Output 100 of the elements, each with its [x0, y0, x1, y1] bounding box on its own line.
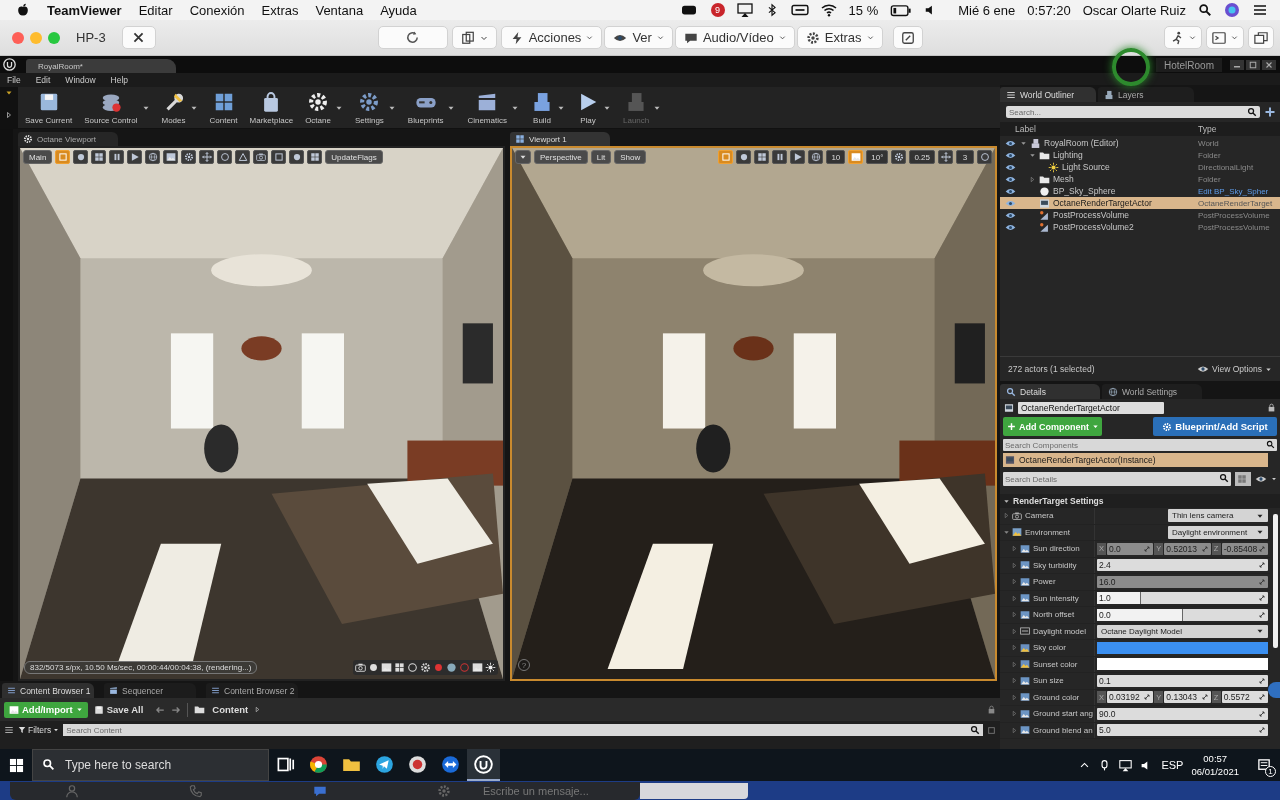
toolbar-button[interactable]: Save Current — [22, 87, 76, 128]
menu-item[interactable]: Edit — [35, 75, 51, 85]
panel-tab[interactable]: Content Browser 1 — [2, 683, 94, 698]
column-label: Label — [1015, 124, 1037, 134]
number-field[interactable]: 0.0 — [1097, 608, 1268, 621]
actor-type: World — [1198, 138, 1219, 148]
toolbar-button[interactable]: Modes — [158, 87, 189, 128]
viewport-tab[interactable]: Viewport 1 — [510, 132, 610, 146]
viewport-button[interactable]: UpdateFlags — [325, 150, 383, 164]
outliner-row[interactable]: Mesh Folder — [1000, 173, 1280, 185]
menu-item[interactable]: Help — [110, 75, 129, 85]
session-title: HP-3 — [76, 30, 106, 45]
menu-button[interactable]: Ver — [604, 26, 673, 49]
tab-label: Content Browser 2 — [224, 685, 295, 696]
user-name[interactable]: Oscar Olarte Ruiz — [1082, 2, 1186, 18]
panel-tab[interactable]: World Outliner — [1000, 87, 1096, 102]
search-field[interactable]: Search... — [1006, 106, 1260, 118]
save-all-button[interactable]: Save All — [93, 704, 144, 715]
property-label: Sun size — [1033, 676, 1064, 686]
outliner-row[interactable]: OctaneRenderTargetActor OctaneRenderTarget — [1000, 197, 1280, 209]
outliner-row[interactable]: RoyalRoom (Editor) World — [1000, 137, 1280, 149]
menu-item[interactable]: Extras — [261, 2, 299, 18]
component-row[interactable]: OctaneRenderTargetActor(Instance) — [1003, 453, 1268, 467]
toolbar-button[interactable]: Settings — [351, 87, 387, 128]
search-field[interactable]: Search Components — [1003, 439, 1277, 451]
actor-type: OctaneRenderTarget — [1198, 198, 1273, 208]
dropdown[interactable]: Thin lens camera — [1168, 509, 1268, 523]
type-link[interactable]: Edit BP_Sky_Spher — [1198, 186, 1269, 196]
property-label: Sunset color — [1033, 659, 1078, 669]
outliner-row[interactable]: PostProcessVolume PostProcessVolume — [1000, 209, 1280, 221]
menu-item[interactable]: File — [7, 75, 21, 85]
number-field[interactable]: 0.5572 — [1221, 691, 1268, 704]
snap-value[interactable]: 10° — [866, 150, 889, 164]
app-name[interactable]: TeamViewer — [47, 2, 122, 18]
viewport-tab[interactable]: Octane Viewport — [18, 132, 118, 146]
menu-button[interactable]: Extras — [796, 26, 883, 49]
toolbar-button[interactable]: Blueprints — [404, 87, 447, 128]
menu-button[interactable]: Acciones — [500, 26, 603, 49]
viewport-button[interactable]: Perspective — [534, 150, 588, 164]
panel-tab[interactable]: Content Browser 2 — [206, 683, 298, 698]
number-field[interactable]: 5.0 — [1097, 724, 1268, 737]
dropdown[interactable]: Daylight environment — [1168, 525, 1268, 539]
snap-value[interactable]: 0.25 — [909, 150, 935, 164]
toolbar-button[interactable]: Play — [574, 87, 602, 128]
name-field[interactable]: OctaneRenderTargetActor — [1018, 401, 1164, 414]
language-indicator[interactable]: ESP — [1161, 759, 1184, 771]
property-label: Power — [1033, 577, 1056, 587]
panel-tab[interactable]: Sequencer — [104, 683, 196, 698]
number-field[interactable]: 2.4 — [1097, 559, 1268, 572]
date: 06/01/2021 — [1191, 765, 1239, 778]
actor-label: Lighting — [1053, 150, 1083, 160]
number-field[interactable]: 0.1 — [1097, 674, 1268, 687]
panel-tab[interactable]: Layers — [1098, 87, 1194, 102]
toolbar-button[interactable]: Content — [206, 87, 241, 128]
search-field[interactable]: Search Details — [1003, 472, 1231, 486]
notification-badge[interactable]: 9 — [710, 3, 725, 17]
toolbar-button[interactable]: Source Control — [81, 87, 141, 128]
actor-type: PostProcessVolume — [1198, 222, 1270, 232]
property-label: Environment — [1025, 527, 1070, 537]
tab-label: Details — [1020, 386, 1046, 397]
viewport-button[interactable]: Main — [23, 150, 53, 164]
document-tab[interactable]: RoyalRoom* — [26, 59, 176, 73]
number-field[interactable]: 0.13043 — [1164, 691, 1211, 704]
tab-label: World Outliner — [1020, 89, 1075, 100]
snap-value[interactable]: 3 — [956, 150, 974, 164]
outliner-row[interactable]: Light Source DirectionalLight — [1000, 161, 1280, 173]
property-label: Ground color — [1033, 692, 1080, 702]
search-box[interactable]: Type here to search — [32, 749, 269, 781]
viewport-button[interactable]: Show — [614, 150, 647, 164]
dropdown[interactable]: Octane Daylight Model — [1097, 624, 1268, 638]
column-header[interactable]: Label Type — [1000, 122, 1280, 136]
message-field[interactable]: Escribe un mensaje... — [481, 784, 621, 798]
number-field[interactable]: 0.03192 — [1107, 691, 1154, 704]
menu-item[interactable]: Ayuda — [380, 2, 417, 18]
property-label: Daylight model — [1033, 626, 1086, 636]
number-field[interactable]: 90.0 — [1097, 707, 1268, 720]
search-field[interactable]: Search Content — [63, 724, 983, 736]
blueprint-button[interactable]: Blueprint/Add Script — [1153, 417, 1277, 436]
path-button[interactable]: Content — [194, 704, 249, 715]
outliner-row[interactable]: PostProcessVolume2 PostProcessVolume — [1000, 221, 1280, 233]
render-status: 832/5073 s/px, 10.50 Ms/sec, 00:00:44/00:04:38, (rendering...) — [24, 661, 258, 674]
outliner-row[interactable]: BP_Sky_Sphere Edit BP_Sky_Spher — [1000, 185, 1280, 197]
snap-value[interactable]: 10 — [826, 150, 846, 164]
menu-item[interactable]: Window — [65, 75, 96, 85]
menu-item[interactable]: Editar — [138, 2, 173, 18]
menu-item[interactable]: Conexión — [189, 2, 245, 18]
column-label: Type — [1198, 124, 1217, 134]
toolbar-button[interactable]: Build — [528, 87, 556, 128]
number-field[interactable]: 1.0 — [1097, 592, 1268, 605]
toolbar-button[interactable]: Cinematics — [464, 87, 510, 128]
outliner-row[interactable]: Lighting Folder — [1000, 149, 1280, 161]
menu-button[interactable]: Audio/Vídeo — [674, 26, 795, 49]
filters-button[interactable]: Filters — [18, 725, 60, 735]
panel-tab[interactable]: Details — [1000, 384, 1100, 399]
toolbar-button[interactable]: Marketplace — [246, 87, 297, 128]
view-options-button[interactable]: View Options — [1197, 363, 1272, 375]
toolbar-button[interactable]: Octane — [302, 87, 334, 128]
panel-tab[interactable]: World Settings — [1102, 384, 1202, 399]
section-header[interactable]: RenderTarget Settings — [1000, 494, 1280, 508]
menu-item[interactable]: Ventana — [315, 2, 364, 18]
